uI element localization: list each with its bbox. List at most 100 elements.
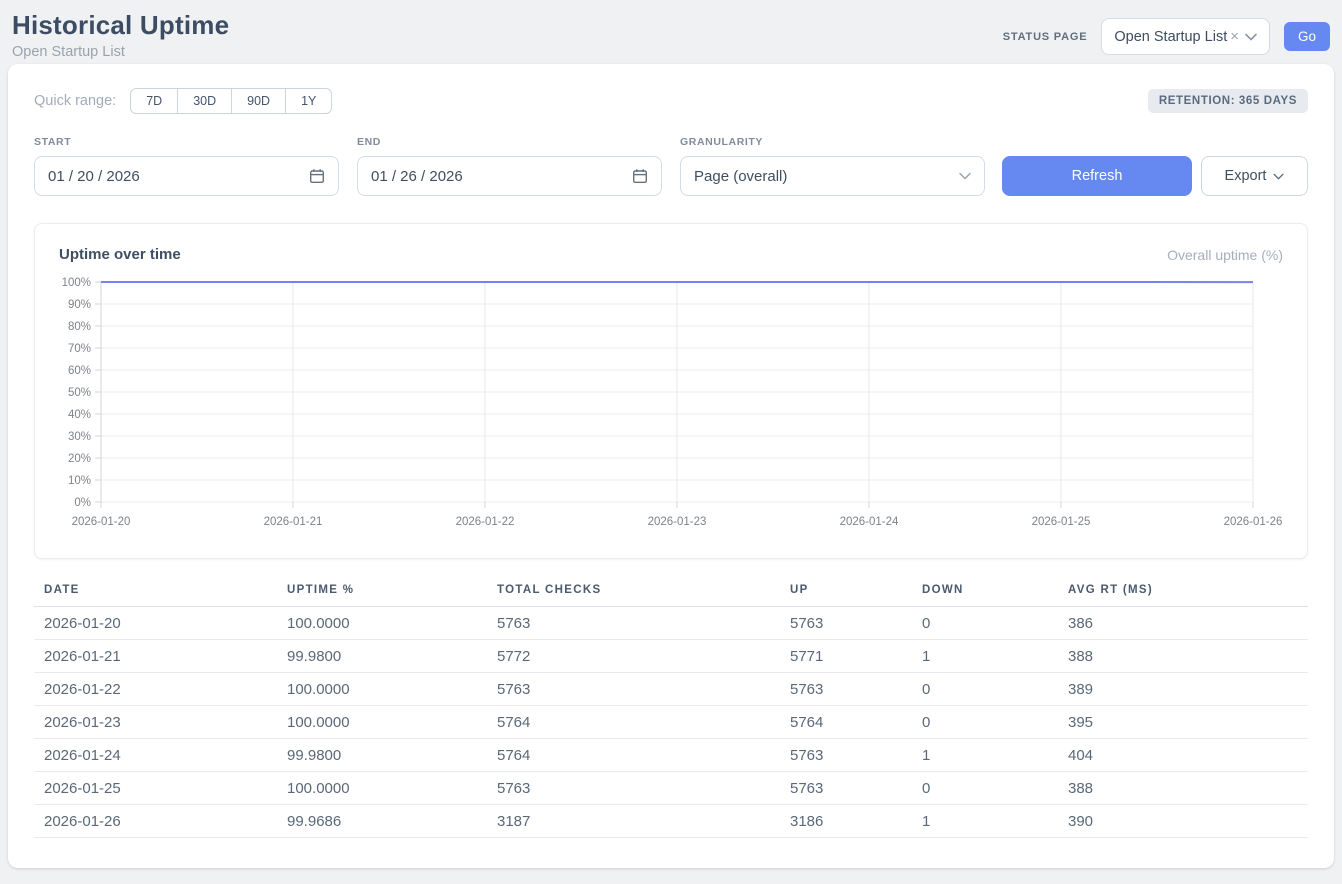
export-label: Export (1225, 168, 1267, 184)
table-cell: 2026-01-24 (44, 747, 287, 764)
table-cell: 388 (1068, 780, 1308, 797)
chart-header: Uptime over time Overall uptime (%) (35, 246, 1307, 263)
table-header-row: DATEUPTIME %TOTAL CHECKSUPDOWNAVG RT (MS… (34, 584, 1308, 607)
table-cell: 388 (1068, 648, 1308, 665)
table-cell: 2026-01-23 (44, 714, 287, 731)
status-page-select[interactable]: Open Startup List × (1101, 18, 1270, 55)
uptime-chart-card: Uptime over time Overall uptime (%) 0% 10… (34, 223, 1308, 559)
table-row: 2026-01-20100.0000576357630386 (34, 607, 1308, 640)
column-header: TOTAL CHECKS (497, 584, 790, 596)
status-page-value: Open Startup List (1114, 29, 1227, 45)
table-cell: 2026-01-25 (44, 780, 287, 797)
end-date-input[interactable]: 01 / 26 / 2026 (357, 156, 662, 196)
quick-range-label: Quick range: (34, 93, 116, 109)
svg-text:100%: 100% (62, 277, 91, 289)
table-cell: 386 (1068, 615, 1308, 632)
table-cell: 5763 (790, 681, 922, 698)
table-cell: 395 (1068, 714, 1308, 731)
title-block: Historical Uptime Open Startup List (12, 10, 229, 60)
column-header: UP (790, 584, 922, 596)
table-cell: 5763 (497, 681, 790, 698)
table-cell: 5763 (497, 780, 790, 797)
table-cell: 99.9800 (287, 648, 497, 665)
table-cell: 1 (922, 747, 1068, 764)
quick-range-group: 7D30D90D1Y (130, 88, 332, 114)
table-cell: 2026-01-20 (44, 615, 287, 632)
svg-text:2026-01-26: 2026-01-26 (1224, 516, 1283, 528)
svg-text:10%: 10% (68, 475, 91, 487)
table-cell: 404 (1068, 747, 1308, 764)
retention-badge: RETENTION: 365 DAYS (1148, 89, 1308, 113)
table-cell: 100.0000 (287, 780, 497, 797)
table-cell: 99.9800 (287, 747, 497, 764)
quick-range-90d[interactable]: 90D (232, 88, 286, 114)
svg-text:2026-01-21: 2026-01-21 (264, 516, 323, 528)
table-cell: 100.0000 (287, 615, 497, 632)
table-cell: 0 (922, 615, 1068, 632)
column-header: AVG RT (MS) (1068, 584, 1308, 596)
svg-text:30%: 30% (68, 431, 91, 443)
svg-text:50%: 50% (68, 387, 91, 399)
calendar-icon[interactable] (632, 168, 648, 184)
quick-range-30d[interactable]: 30D (178, 88, 232, 114)
clear-icon[interactable]: × (1230, 29, 1239, 44)
table-cell: 5763 (497, 615, 790, 632)
start-date-input[interactable]: 01 / 20 / 2026 (34, 156, 339, 196)
status-page-label: STATUS PAGE (1003, 31, 1088, 43)
column-header: DOWN (922, 584, 1068, 596)
filters-row: START 01 / 20 / 2026 END 01 / 26 / 2026 … (34, 136, 1308, 196)
go-button[interactable]: Go (1284, 22, 1330, 51)
svg-text:0%: 0% (74, 497, 91, 509)
start-date-field: START 01 / 20 / 2026 (34, 136, 339, 196)
table-row: 2026-01-2199.9800577257711388 (34, 640, 1308, 673)
chevron-down-icon (1273, 173, 1284, 180)
table-cell: 99.9686 (287, 813, 497, 830)
end-date-value: 01 / 26 / 2026 (371, 168, 463, 185)
table-row: 2026-01-23100.0000576457640395 (34, 706, 1308, 739)
svg-text:60%: 60% (68, 365, 91, 377)
table-cell: 389 (1068, 681, 1308, 698)
chevron-down-icon (959, 172, 971, 180)
refresh-button[interactable]: Refresh (1002, 156, 1192, 196)
table-row: 2026-01-22100.0000576357630389 (34, 673, 1308, 706)
svg-text:90%: 90% (68, 299, 91, 311)
table-cell: 2026-01-26 (44, 813, 287, 830)
svg-text:20%: 20% (68, 453, 91, 465)
granularity-select[interactable]: Page (overall) (680, 156, 985, 196)
table-cell: 0 (922, 714, 1068, 731)
svg-text:40%: 40% (68, 409, 91, 421)
svg-text:70%: 70% (68, 343, 91, 355)
page-subtitle: Open Startup List (12, 44, 229, 60)
table-cell: 5763 (790, 780, 922, 797)
status-page-controls: STATUS PAGE Open Startup List × Go (1003, 18, 1330, 55)
table-cell: 2026-01-22 (44, 681, 287, 698)
table-cell: 1 (922, 648, 1068, 665)
svg-text:2026-01-24: 2026-01-24 (840, 516, 899, 528)
start-label: START (34, 136, 339, 148)
export-button[interactable]: Export (1201, 156, 1308, 196)
uptime-chart: 0% 10% 20% 30% 40% 50% 60% 70% 80% 90% 100% 2026-01… (35, 271, 1309, 551)
table-cell: 5763 (790, 747, 922, 764)
main-panel: Quick range: 7D30D90D1Y RETENTION: 365 D… (8, 64, 1334, 868)
quick-range-1y[interactable]: 1Y (286, 88, 332, 114)
table-cell: 100.0000 (287, 681, 497, 698)
svg-text:80%: 80% (68, 321, 91, 333)
table-cell: 2026-01-21 (44, 648, 287, 665)
calendar-icon[interactable] (309, 168, 325, 184)
table-cell: 5764 (497, 747, 790, 764)
svg-text:2026-01-25: 2026-01-25 (1032, 516, 1091, 528)
table-body: 2026-01-20100.00005763576303862026-01-21… (34, 607, 1308, 838)
granularity-field: GRANULARITY Page (overall) (680, 136, 985, 196)
table-cell: 5763 (790, 615, 922, 632)
table-cell: 100.0000 (287, 714, 497, 731)
quick-range-7d[interactable]: 7D (130, 88, 178, 114)
table-cell: 0 (922, 780, 1068, 797)
table-cell: 3187 (497, 813, 790, 830)
table-cell: 3186 (790, 813, 922, 830)
table-row: 2026-01-25100.0000576357630388 (34, 772, 1308, 805)
uptime-table: DATEUPTIME %TOTAL CHECKSUPDOWNAVG RT (MS… (34, 584, 1308, 838)
table-cell: 5771 (790, 648, 922, 665)
table-cell: 5772 (497, 648, 790, 665)
svg-text:2026-01-23: 2026-01-23 (648, 516, 707, 528)
page-header: Historical Uptime Open Startup List STAT… (0, 0, 1342, 64)
